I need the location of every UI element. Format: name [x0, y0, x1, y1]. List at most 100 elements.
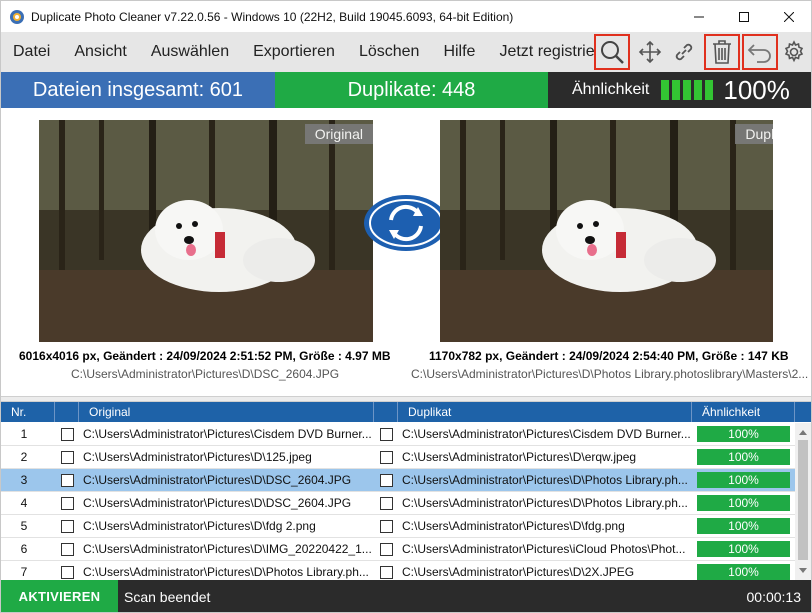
- similarity-label: Ähnlichkeit: [572, 81, 650, 98]
- link-button[interactable]: [667, 35, 701, 69]
- swap-button[interactable]: [363, 194, 449, 252]
- move-icon: [638, 40, 662, 64]
- menu-exportieren[interactable]: Exportieren: [241, 43, 347, 61]
- scrollbar-thumb[interactable]: [798, 440, 808, 560]
- window-title: Duplicate Photo Cleaner v7.22.0.56 - Win…: [31, 9, 514, 24]
- row-similarity-bar: 100%: [697, 541, 790, 557]
- duplicate-path: C:\Users\Administrator\Pictures\D\Photos…: [411, 367, 809, 381]
- table-row[interactable]: 4 C:\Users\Administrator\Pictures\D\DSC_2…: [1, 492, 795, 515]
- maximize-button[interactable]: [721, 1, 766, 32]
- original-checkbox[interactable]: [60, 450, 74, 464]
- search-icon: [601, 41, 624, 64]
- duplicate-photo-image: [440, 120, 773, 342]
- col-duplicate-check[interactable]: [374, 402, 398, 422]
- col-duplicate[interactable]: Duplikat: [398, 402, 692, 422]
- table-scrollbar[interactable]: [795, 423, 811, 580]
- original-checkbox[interactable]: [60, 565, 74, 579]
- delete-button[interactable]: [704, 34, 740, 70]
- row-similarity-bar: 100%: [697, 472, 790, 488]
- row-similarity-bar: 100%: [697, 518, 790, 534]
- row-original-path: C:\Users\Administrator\Pictures\D\125.jp…: [83, 450, 312, 464]
- undo-button[interactable]: [742, 34, 778, 70]
- row-similarity-cell: 100%: [692, 423, 795, 445]
- row-original-path: C:\Users\Administrator\Pictures\D\DSC_26…: [83, 473, 352, 487]
- duplicate-checkbox-cell: [374, 423, 398, 445]
- row-similarity-bar: 100%: [697, 449, 790, 465]
- duplicate-checkbox[interactable]: [379, 496, 393, 510]
- search-button[interactable]: [594, 34, 630, 70]
- minimize-button[interactable]: [676, 1, 721, 32]
- original-photo[interactable]: Original: [39, 120, 373, 342]
- original-photo-image: [39, 120, 373, 342]
- row-similarity-bar: 100%: [697, 495, 790, 511]
- similarity-meter-bar: [694, 80, 703, 100]
- gear-icon: [784, 40, 804, 63]
- row-original-path: C:\Users\Administrator\Pictures\Cisdem D…: [83, 427, 372, 441]
- original-checkbox-cell: [55, 538, 79, 560]
- status-text: Scan beendet: [124, 588, 211, 605]
- duplicate-checkbox-cell: [374, 469, 398, 491]
- duplicate-checkbox[interactable]: [379, 519, 393, 533]
- duplicate-checkbox[interactable]: [379, 450, 393, 464]
- duplicates-stat: Duplikate: 448: [275, 72, 548, 108]
- menu-loeschen[interactable]: Löschen: [347, 43, 432, 61]
- row-nr: 4: [20, 496, 28, 510]
- original-checkbox[interactable]: [60, 542, 74, 556]
- duplicate-checkbox-cell: [374, 446, 398, 468]
- status-bar: AKTIVIEREN Scan beendet 00:00:13: [1, 580, 811, 612]
- duplicate-checkbox[interactable]: [379, 427, 393, 441]
- row-nr: 3: [20, 473, 28, 487]
- similarity-meter-bar: [705, 80, 714, 100]
- settings-button[interactable]: [777, 35, 811, 69]
- duplicate-checkbox[interactable]: [379, 565, 393, 579]
- scroll-down-icon[interactable]: [795, 564, 811, 578]
- original-checkbox-cell: [55, 423, 79, 445]
- duplicate-tag: Duplikat: [735, 124, 773, 144]
- close-button[interactable]: [766, 1, 811, 32]
- original-checkbox[interactable]: [60, 496, 74, 510]
- table-row[interactable]: 2 C:\Users\Administrator\Pictures\D\125.j…: [1, 446, 795, 469]
- row-similarity-cell: 100%: [692, 469, 795, 491]
- row-original-path: C:\Users\Administrator\Pictures\D\fdg 2.…: [83, 519, 316, 533]
- row-similarity-bar: 100%: [697, 426, 790, 442]
- app-logo-icon: [10, 9, 24, 24]
- row-similarity-cell: 100%: [692, 538, 795, 560]
- move-button[interactable]: [633, 35, 667, 69]
- similarity-meter-bar: [661, 80, 670, 100]
- col-original[interactable]: Original: [79, 402, 374, 422]
- minimize-icon: [693, 16, 704, 17]
- maximize-icon: [738, 11, 749, 22]
- menu-hilfe[interactable]: Hilfe: [431, 43, 487, 61]
- duplicate-checkbox-cell: [374, 538, 398, 560]
- scroll-up-icon[interactable]: [795, 425, 811, 439]
- duplicate-checkbox[interactable]: [379, 542, 393, 556]
- preview-panel: Original Dupl 6016x4016 px, Geändert: 2…: [1, 108, 811, 396]
- original-checkbox-cell: [55, 492, 79, 514]
- menu-datei[interactable]: Datei: [1, 43, 62, 61]
- original-checkbox[interactable]: [60, 519, 74, 533]
- menu-auswaehlen[interactable]: Auswählen: [139, 43, 241, 61]
- col-similarity[interactable]: Ähnlichkeit: [692, 402, 795, 422]
- table-row[interactable]: 5 C:\Users\Administrator\Pictures\D\fdg 2…: [1, 515, 795, 538]
- table-row[interactable]: 6 C:\Users\Administrator\Pictures\D\IMG_2…: [1, 538, 795, 561]
- row-similarity-cell: 100%: [692, 446, 795, 468]
- table-row[interactable]: 3 C:\Users\Administrator\Pictures\D\DSC_2…: [1, 469, 795, 492]
- menu-ansicht[interactable]: Ansicht: [62, 43, 138, 61]
- duplicate-checkbox-cell: [374, 515, 398, 537]
- similarity-stat: Ähnlichkeit 100%: [548, 72, 811, 108]
- col-original-check[interactable]: [55, 402, 79, 422]
- original-checkbox[interactable]: [60, 473, 74, 487]
- duplicate-photo[interactable]: Duplikat: [440, 120, 773, 342]
- original-checkbox[interactable]: [60, 427, 74, 441]
- col-nr[interactable]: Nr.: [1, 402, 55, 422]
- row-original-path: C:\Users\Administrator\Pictures\D\DSC_26…: [83, 496, 352, 510]
- duplicate-checkbox[interactable]: [379, 473, 393, 487]
- close-icon: [783, 11, 794, 22]
- original-checkbox-cell: [55, 469, 79, 491]
- similarity-value: 100%: [723, 74, 790, 105]
- activate-button[interactable]: AKTIVIEREN: [1, 580, 118, 612]
- table-row[interactable]: 1 C:\Users\Administrator\Pictures\Cisdem …: [1, 423, 795, 446]
- row-duplicate-path: C:\Users\Administrator\Pictures\D\Photos…: [402, 473, 688, 487]
- undo-icon: [747, 44, 771, 63]
- trash-icon: [713, 40, 731, 64]
